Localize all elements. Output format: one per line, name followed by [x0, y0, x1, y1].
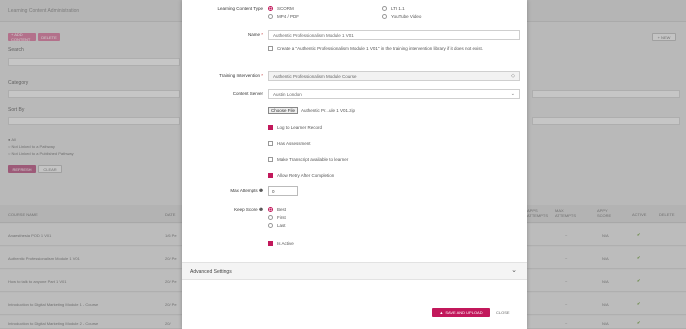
checkbox-icon: [268, 141, 273, 147]
advanced-settings-accordion[interactable]: Advanced Settings ⌄: [182, 262, 527, 280]
content-type-scorm[interactable]: SCORM: [268, 6, 294, 12]
radio-icon: [268, 215, 273, 221]
checkbox-checked-icon: [268, 125, 273, 131]
name-label: Name *: [247, 32, 263, 37]
keep-score-label: Keep Score ❶: [234, 207, 263, 212]
checkbox-checked-icon: [268, 241, 273, 247]
keep-score-last[interactable]: Last: [268, 223, 286, 229]
chevron-down-icon: ⌄: [511, 267, 517, 274]
checkbox-icon: [268, 46, 273, 52]
content-type-label: Learning Content Type: [217, 6, 263, 11]
is-active-checkbox[interactable]: Is Active: [268, 241, 294, 247]
radio-icon: [268, 14, 273, 20]
name-input[interactable]: Authentic Professionalism Module 1 V01: [268, 30, 520, 40]
radio-icon: [382, 14, 387, 20]
content-type-mp4-pdf[interactable]: MP4 / PDF: [268, 14, 299, 20]
upload-icon: ▲: [439, 310, 444, 315]
has-assessment-checkbox[interactable]: Has Assessment: [268, 141, 311, 147]
transcript-checkbox[interactable]: Make Transcript available to learner: [268, 157, 348, 163]
radio-icon: [382, 6, 387, 12]
keep-score-best[interactable]: Best: [268, 207, 286, 213]
log-learner-record-checkbox[interactable]: Log to Learner Record: [268, 125, 322, 131]
content-type-youtube[interactable]: YouTube Video: [382, 14, 421, 20]
content-server-label: Content Server: [232, 91, 263, 96]
info-icon: ❶: [258, 207, 263, 212]
file-picker[interactable]: Choose File Authentic Pr...ule 1 V01.zip: [268, 107, 355, 114]
allow-retry-checkbox[interactable]: Allow Retry After Completion: [268, 173, 334, 179]
advanced-settings-label: Advanced Settings: [190, 269, 232, 275]
choose-file-button[interactable]: Choose File: [268, 107, 299, 114]
keep-score-first[interactable]: First: [268, 215, 286, 221]
file-name: Authentic Pr...ule 1 V01.zip: [301, 108, 356, 113]
save-and-upload-button[interactable]: ▲ SAVE AND UPLOAD: [432, 308, 490, 317]
add-content-modal: Learning Content Type SCORM MP4 / PDF LT…: [182, 0, 527, 329]
training-intervention-label: Training Intervention *: [219, 73, 263, 78]
radio-selected-icon: [268, 207, 273, 213]
close-button[interactable]: CLOSE: [496, 310, 510, 315]
training-intervention-select[interactable]: Authentic Professionalism Module Course …: [268, 71, 520, 81]
select-chevron-icon: ◇: [511, 73, 515, 79]
checkbox-checked-icon: [268, 173, 273, 179]
radio-selected-icon: [268, 6, 273, 12]
create-library-checkbox[interactable]: Create a "Authentic Professionalism Modu…: [268, 45, 520, 52]
radio-icon: [268, 223, 273, 229]
content-type-lti[interactable]: LTI 1.1: [382, 6, 405, 12]
content-server-select[interactable]: Austin London ⌄: [268, 89, 520, 99]
chevron-down-icon: ⌄: [510, 91, 515, 97]
max-attempts-label: Max Attempts ❶: [230, 188, 263, 193]
info-icon: ❶: [258, 188, 263, 193]
max-attempts-input[interactable]: 0: [268, 186, 298, 196]
checkbox-icon: [268, 157, 273, 163]
